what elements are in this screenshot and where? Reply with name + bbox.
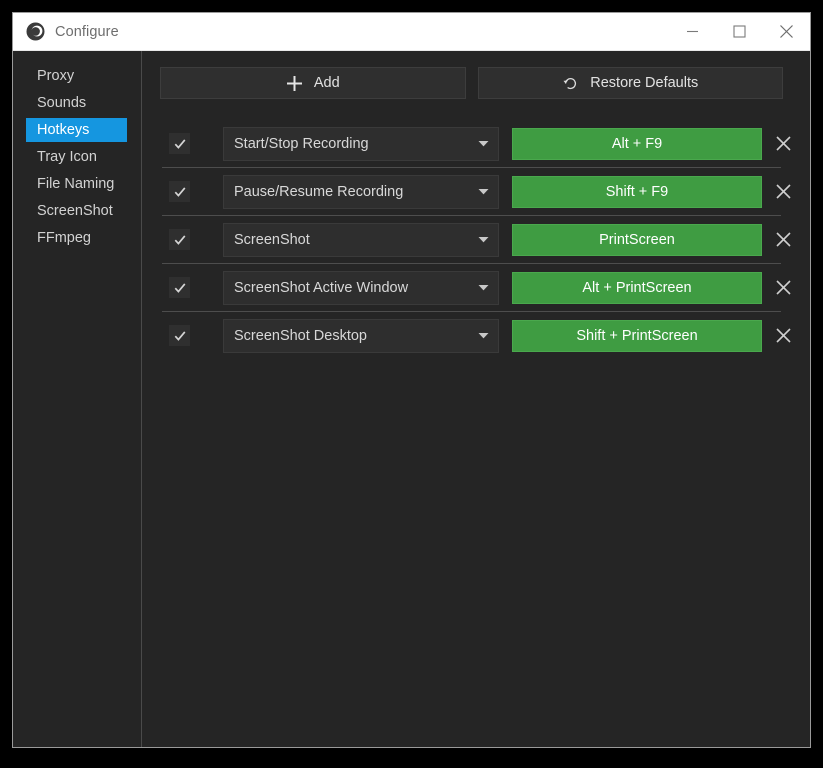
hotkeys-list: Start/Stop Recording Alt + F9 Pause/Resu… bbox=[160, 120, 791, 359]
chevron-down-icon bbox=[478, 236, 489, 243]
window-body: Proxy Sounds Hotkeys Tray Icon File Nami… bbox=[13, 51, 810, 747]
sidebar-item-file-naming[interactable]: File Naming bbox=[13, 172, 141, 196]
hotkey-action-label: ScreenShot Desktop bbox=[234, 327, 367, 344]
hotkeys-panel: Add Restore Defaults Start/Stop Recordin… bbox=[142, 51, 810, 747]
hotkey-action-select[interactable]: ScreenShot Desktop bbox=[223, 318, 499, 353]
hotkey-action-label: Pause/Resume Recording bbox=[234, 183, 404, 200]
hotkey-shortcut-label: Shift + F9 bbox=[605, 183, 669, 200]
hotkey-shortcut-button[interactable]: Alt + PrintScreen bbox=[512, 271, 762, 304]
table-row: Start/Stop Recording Alt + F9 bbox=[160, 120, 791, 167]
table-row: Pause/Resume Recording Shift + F9 bbox=[160, 168, 791, 215]
table-row: ScreenShot Active Window Alt + PrintScre… bbox=[160, 264, 791, 311]
maximize-button[interactable] bbox=[716, 13, 763, 50]
window-title: Configure bbox=[55, 23, 119, 40]
configure-window: Configure Proxy Sounds Hotkeys Tray Icon… bbox=[12, 12, 811, 748]
sidebar-item-screenshot[interactable]: ScreenShot bbox=[13, 199, 141, 223]
hotkey-enabled-checkbox[interactable] bbox=[169, 181, 190, 202]
sidebar-item-label: Hotkeys bbox=[37, 122, 90, 138]
hotkey-shortcut-label: PrintScreen bbox=[599, 231, 675, 248]
hotkey-enabled-checkbox[interactable] bbox=[169, 133, 190, 154]
app-logo-icon bbox=[26, 22, 45, 41]
sidebar-item-label: ScreenShot bbox=[37, 203, 113, 219]
chevron-down-icon bbox=[478, 140, 489, 147]
sidebar-item-hotkeys[interactable]: Hotkeys bbox=[26, 118, 127, 142]
hotkey-delete-button[interactable] bbox=[775, 271, 792, 305]
hotkey-action-label: ScreenShot bbox=[234, 231, 310, 248]
hotkey-action-label: Start/Stop Recording bbox=[234, 135, 369, 152]
sidebar-item-tray-icon[interactable]: Tray Icon bbox=[13, 145, 141, 169]
title-bar-left: Configure bbox=[13, 22, 669, 41]
hotkey-action-label: ScreenShot Active Window bbox=[234, 279, 409, 296]
hotkey-shortcut-label: Alt + F9 bbox=[611, 135, 663, 152]
chevron-down-icon bbox=[478, 332, 489, 339]
sidebar-item-label: Proxy bbox=[37, 68, 75, 84]
title-bar: Configure bbox=[13, 13, 810, 51]
chevron-down-icon bbox=[478, 284, 489, 291]
hotkey-shortcut-button[interactable]: Alt + F9 bbox=[512, 127, 762, 160]
hotkey-delete-button[interactable] bbox=[775, 175, 792, 209]
hotkey-delete-button[interactable] bbox=[775, 223, 792, 257]
restore-defaults-button[interactable]: Restore Defaults bbox=[477, 67, 783, 99]
sidebar-item-ffmpeg[interactable]: FFmpeg bbox=[13, 226, 141, 250]
hotkey-shortcut-button[interactable]: Shift + F9 bbox=[512, 175, 762, 208]
hotkey-enabled-checkbox[interactable] bbox=[169, 229, 190, 250]
plus-icon bbox=[286, 75, 303, 92]
window-controls bbox=[669, 13, 810, 50]
table-row: ScreenShot PrintScreen bbox=[160, 216, 791, 263]
restore-circular-arrow-icon bbox=[562, 75, 579, 92]
sidebar-item-proxy[interactable]: Proxy bbox=[13, 64, 141, 88]
hotkey-action-select[interactable]: Pause/Resume Recording bbox=[223, 174, 499, 209]
hotkey-action-select[interactable]: Start/Stop Recording bbox=[223, 126, 499, 161]
table-row: ScreenShot Desktop Shift + PrintScreen bbox=[160, 312, 791, 359]
hotkey-action-select[interactable]: ScreenShot Active Window bbox=[223, 270, 499, 305]
sidebar-item-sounds[interactable]: Sounds bbox=[13, 91, 141, 115]
hotkey-delete-button[interactable] bbox=[775, 127, 792, 161]
sidebar-item-label: Sounds bbox=[37, 95, 87, 111]
hotkey-shortcut-button[interactable]: PrintScreen bbox=[512, 223, 762, 256]
add-button[interactable]: Add bbox=[160, 67, 466, 99]
hotkey-shortcut-button[interactable]: Shift + PrintScreen bbox=[512, 319, 762, 352]
minimize-button[interactable] bbox=[669, 13, 716, 50]
close-button[interactable] bbox=[763, 13, 810, 50]
restore-defaults-label: Restore Defaults bbox=[590, 75, 699, 91]
sidebar-item-label: FFmpeg bbox=[37, 230, 91, 246]
chevron-down-icon bbox=[478, 188, 489, 195]
hotkeys-toolbar: Add Restore Defaults bbox=[160, 67, 783, 99]
hotkey-delete-button[interactable] bbox=[775, 319, 792, 353]
sidebar-item-label: File Naming bbox=[37, 176, 115, 192]
hotkey-enabled-checkbox[interactable] bbox=[169, 325, 190, 346]
hotkey-shortcut-label: Shift + PrintScreen bbox=[576, 327, 698, 344]
hotkey-shortcut-label: Alt + PrintScreen bbox=[582, 279, 692, 296]
add-button-label: Add bbox=[313, 75, 340, 91]
sidebar-nav: Proxy Sounds Hotkeys Tray Icon File Nami… bbox=[13, 51, 142, 747]
hotkey-enabled-checkbox[interactable] bbox=[169, 277, 190, 298]
hotkey-action-select[interactable]: ScreenShot bbox=[223, 222, 499, 257]
sidebar-item-label: Tray Icon bbox=[37, 149, 97, 165]
